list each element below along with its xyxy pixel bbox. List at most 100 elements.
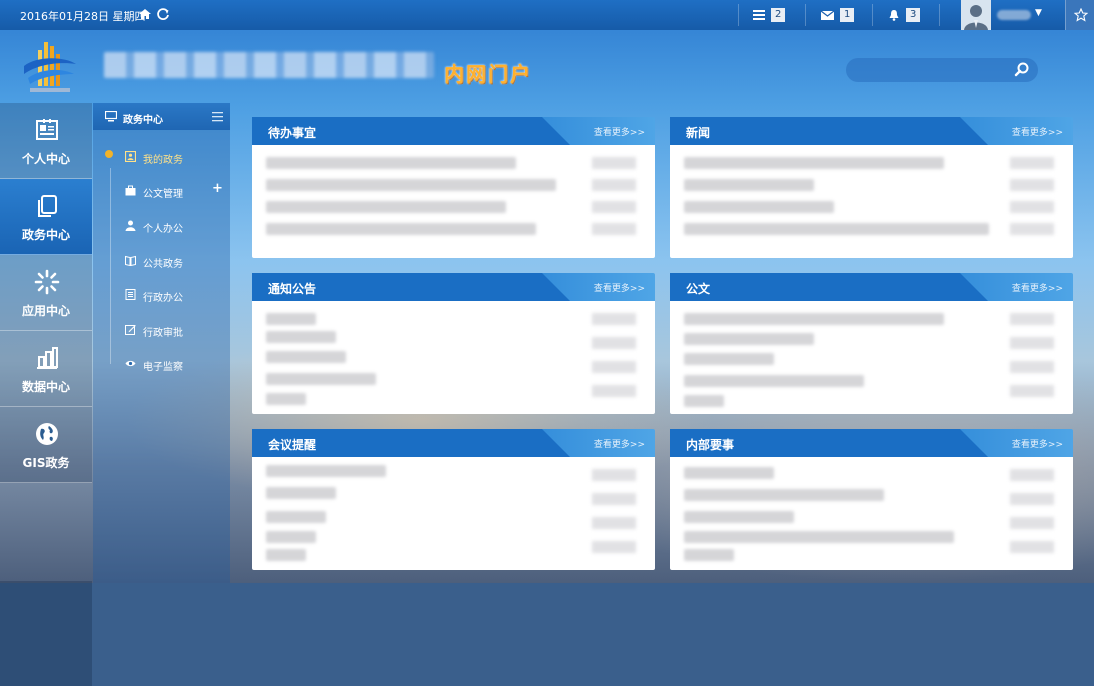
star-icon xyxy=(1073,8,1088,22)
documents-icon xyxy=(38,195,57,217)
panel-notices: 通知公告 查看更多>> xyxy=(252,273,655,414)
panel-title: 新闻 xyxy=(686,126,711,140)
panel-body xyxy=(252,301,655,414)
search-input[interactable] xyxy=(846,58,1038,82)
username-blurred[interactable] xyxy=(997,10,1031,20)
id-card-icon xyxy=(36,119,58,140)
refresh-icon[interactable] xyxy=(156,7,170,21)
notifications-button[interactable]: 3 xyxy=(888,5,921,25)
menu-toggle-icon[interactable] xyxy=(212,111,223,122)
portal-title: 内网门户 xyxy=(444,62,532,86)
book-icon xyxy=(125,255,136,266)
subnav-label: 行政审批 xyxy=(143,328,183,339)
briefcase-icon xyxy=(125,185,136,196)
subnav-label: 电子监察 xyxy=(143,362,183,373)
panel-title: 公文 xyxy=(686,282,711,296)
nav-label: 应用中心 xyxy=(21,304,70,318)
tasks-icon xyxy=(753,10,765,20)
subnav-label: 公共政务 xyxy=(143,259,183,270)
spinner-icon xyxy=(34,269,60,295)
organization-name-blurred xyxy=(104,52,434,78)
search-icon[interactable] xyxy=(1013,61,1031,79)
sub-nav-title: 政务中心 xyxy=(123,115,163,126)
nav-data-center[interactable]: 数据中心 xyxy=(0,331,92,407)
panel-news: 新闻 查看更多>> xyxy=(670,117,1073,258)
nav-label: 政务中心 xyxy=(21,228,70,242)
expand-plus-icon[interactable]: + xyxy=(212,181,223,196)
mail-button[interactable]: 1 xyxy=(821,5,855,25)
panel-title: 待办事宜 xyxy=(268,126,317,140)
tasks-count: 2 xyxy=(771,8,786,22)
divider xyxy=(872,4,873,26)
divider xyxy=(805,4,806,26)
favorites-button[interactable] xyxy=(1065,0,1094,30)
view-more-link[interactable]: 查看更多>> xyxy=(1012,437,1063,450)
user-menu-caret-icon[interactable]: ▼ xyxy=(1035,8,1042,18)
nav-label: 数据中心 xyxy=(21,380,70,394)
logo xyxy=(24,42,76,92)
panel-body xyxy=(252,145,655,258)
nav-gis[interactable]: GIS政务 xyxy=(0,407,92,483)
avatar[interactable] xyxy=(961,0,991,30)
mail-count: 1 xyxy=(840,8,855,22)
subnav-label: 行政办公 xyxy=(143,293,183,304)
panel-header: 新闻 查看更多>> xyxy=(670,117,1073,145)
header: 内网门户 xyxy=(0,30,1094,102)
nav-label: GIS政务 xyxy=(22,456,70,470)
subnav-label: 个人办公 xyxy=(143,224,183,235)
subnav-item-public-affairs[interactable]: 公共政务 xyxy=(93,248,230,274)
subnav-label: 公文管理 xyxy=(143,189,183,200)
divider xyxy=(939,4,940,26)
nav-filler xyxy=(0,581,92,686)
current-date: 2016年01月28日 星期四 xyxy=(20,10,146,23)
panel-body xyxy=(670,145,1073,258)
edit-icon xyxy=(125,325,136,335)
panel-title: 内部要事 xyxy=(686,438,735,452)
view-more-link[interactable]: 查看更多>> xyxy=(1012,125,1063,138)
monitor-icon xyxy=(105,111,117,122)
view-more-link[interactable]: 查看更多>> xyxy=(1012,281,1063,294)
tasks-button[interactable]: 2 xyxy=(753,5,786,25)
panel-official-documents: 公文 查看更多>> xyxy=(670,273,1073,414)
subnav-item-my-affairs[interactable]: 我的政务 xyxy=(93,144,230,170)
view-more-link[interactable]: 查看更多>> xyxy=(594,125,645,138)
panel-title: 通知公告 xyxy=(268,282,317,296)
subnav-item-documents[interactable]: 公文管理 xyxy=(93,178,230,204)
nav-application-center[interactable]: 应用中心 xyxy=(0,255,92,331)
panel-internal-affairs: 内部要事 查看更多>> xyxy=(670,429,1073,570)
panel-header: 会议提醒 查看更多>> xyxy=(252,429,655,457)
bar-chart-icon xyxy=(37,347,58,369)
list-doc-icon xyxy=(125,289,136,300)
view-more-link[interactable]: 查看更多>> xyxy=(594,437,645,450)
subnav-item-e-supervision[interactable]: 电子监察 xyxy=(93,351,230,377)
globe-icon xyxy=(36,423,58,445)
home-icon[interactable] xyxy=(138,7,152,21)
sub-nav-header: 政务中心 xyxy=(93,103,230,130)
panel-header: 公文 查看更多>> xyxy=(670,273,1073,301)
user-icon xyxy=(125,220,136,231)
nav-personal-center[interactable]: 个人中心 xyxy=(0,103,92,179)
view-more-link[interactable]: 查看更多>> xyxy=(594,281,645,294)
divider xyxy=(738,4,739,26)
panel-body xyxy=(252,457,655,570)
subnav-item-admin-approval[interactable]: 行政审批 xyxy=(93,317,230,343)
bell-icon xyxy=(889,10,899,21)
nav-government-center[interactable]: 政务中心 xyxy=(0,179,92,255)
eye-icon xyxy=(125,360,136,367)
panel-header: 通知公告 查看更多>> xyxy=(252,273,655,301)
top-bar: 2016年01月28日 星期四 2 1 3 ▼ xyxy=(0,0,1094,30)
panel-header: 待办事宜 查看更多>> xyxy=(252,117,655,145)
nav-label: 个人中心 xyxy=(21,152,70,166)
subnav-item-personal-office[interactable]: 个人办公 xyxy=(93,213,230,239)
subnav-label: 我的政务 xyxy=(143,155,183,166)
sub-nav: 政务中心 xyxy=(93,103,230,583)
mail-icon xyxy=(821,10,834,20)
panel-todo: 待办事宜 查看更多>> xyxy=(252,117,655,258)
panel-body xyxy=(670,301,1073,414)
person-card-icon xyxy=(125,151,136,162)
panel-header: 内部要事 查看更多>> xyxy=(670,429,1073,457)
panel-body xyxy=(670,457,1073,570)
panel-meeting-reminders: 会议提醒 查看更多>> xyxy=(252,429,655,570)
subnav-item-admin-office[interactable]: 行政办公 xyxy=(93,282,230,308)
main-nav: 个人中心 政务中心 应用中心 数据中心 GIS政务 xyxy=(0,103,92,686)
